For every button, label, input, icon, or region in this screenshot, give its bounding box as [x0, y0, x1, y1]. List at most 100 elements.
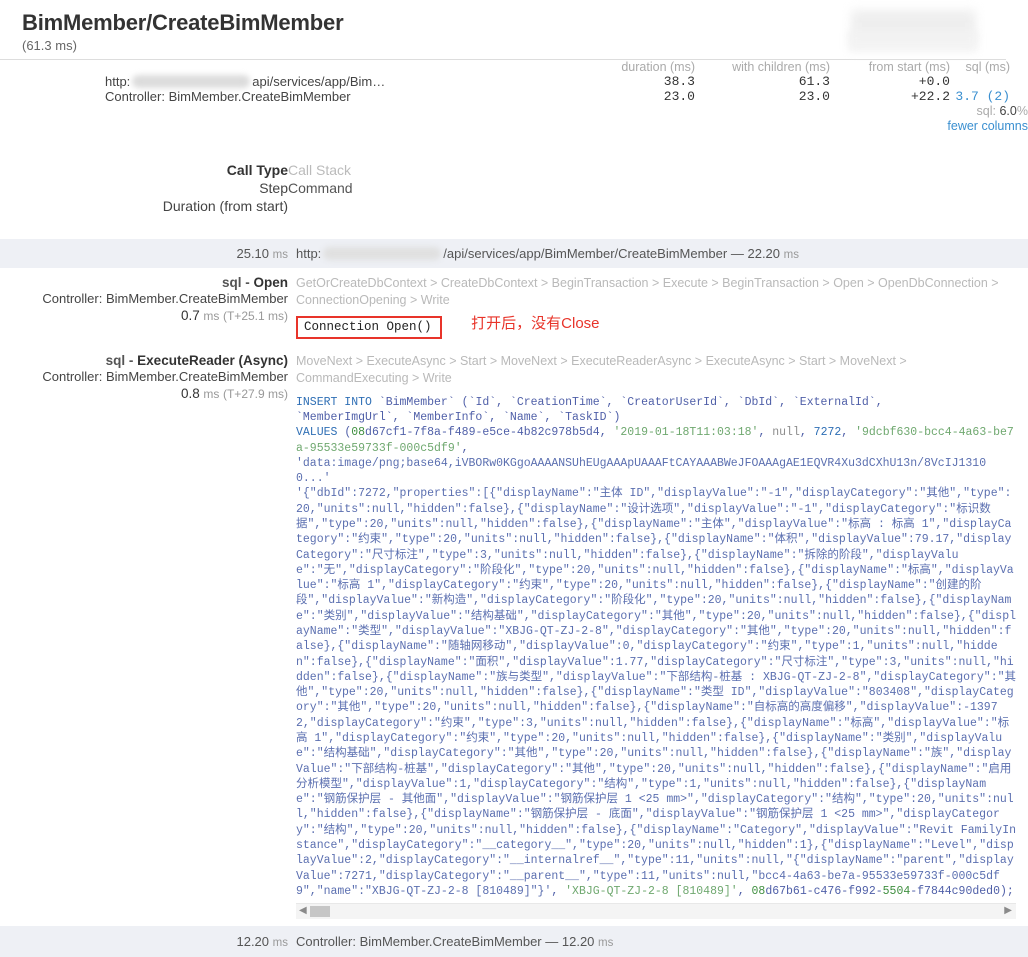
footer-controller-text: Controller: BimMember.CreateBimMember [296, 934, 542, 950]
column-header-duration: duration (ms) [621, 60, 695, 75]
table-row[interactable]: http: api/services/app/Bim… 38.3 61.3 +0.… [0, 74, 1028, 89]
call-type-sep: - [241, 275, 254, 291]
legend-row: Duration (from start) [0, 197, 1028, 215]
fewer-columns-row: fewer columns [0, 118, 1028, 133]
timeline-rows: 25.10 ms http: /api/services/app/BimMembe… [0, 239, 1028, 957]
row-body: MoveNext > ExecuteAsync > Start > MoveNe… [296, 346, 1028, 926]
url-path: /api/services/app/BimMember/CreateBimMem… [443, 246, 728, 262]
sql-taskid-accent: 5504 [882, 884, 911, 898]
cell-with-children: 23.0 [798, 89, 830, 105]
sql-command-block[interactable]: INSERT INTO `BimMember` (`Id`, `Creation… [296, 395, 1017, 920]
timeline-row-sql-executereader[interactable]: sql - ExecuteReader (Async) Controller: … [0, 346, 1028, 926]
row-duration-unit: ms [272, 937, 288, 950]
row-time-value: 0.7 [180, 308, 200, 324]
row-label-block: sql - Open Controller: BimMember.CreateB… [0, 268, 296, 330]
row-duration-value: 25.10 [236, 246, 270, 262]
sql-guid-body: d67cf1-7f8a-f489-e5ce-4b82c978b5d4 [365, 426, 600, 440]
sql-guid-prefix: 08 [351, 426, 366, 440]
sql-text: INSERT INTO `BimMember` (`Id`, `Creation… [296, 395, 1017, 898]
call-type-prefix: sql [105, 353, 126, 369]
sql-command-highlighted[interactable]: Connection Open() [296, 316, 442, 340]
spacer-cell [0, 74, 105, 89]
call-type-op: Open [253, 275, 288, 291]
scroll-left-arrow-icon[interactable]: ◀ [299, 906, 307, 916]
spacer-cell [0, 60, 105, 74]
request-url-scheme: http: [105, 74, 131, 90]
sql-blob-literal: 'data:image/png;base64,iVBORw0KGgoAAAANS… [296, 456, 987, 486]
annotation-text: 打开后，没有Close [471, 315, 600, 333]
command-line: Connection Open() 打开后，没有Close [296, 309, 1016, 340]
call-stack-text: MoveNext > ExecuteAsync > Start > MoveNe… [296, 354, 907, 385]
redacted-host [323, 247, 442, 261]
legend-label-call-stack: Call Stack [288, 162, 352, 179]
row-body: GetOrCreateDbContext > CreateDbContext >… [296, 268, 1028, 346]
call-type-sep: - [125, 353, 138, 369]
table-row[interactable]: Controller: BimMember.CreateBimMember 23… [0, 89, 1028, 104]
cell-sql [950, 74, 1028, 89]
legend-label-duration: Duration (from start) [162, 198, 288, 215]
scrollbar-thumb[interactable] [310, 906, 330, 918]
cell-with-children: 61.3 [798, 74, 830, 90]
cell-from-start: +22.2 [910, 89, 950, 105]
legend-label-call-type: Call Type [226, 162, 288, 179]
url-scheme: http: [296, 246, 322, 262]
sql-name-literal: 'XBJG-QT-ZJ-2-8 [810489]' [565, 884, 738, 898]
summary-table-header-row: duration (ms) with children (ms) from st… [0, 60, 1028, 74]
request-url-text: http: /api/services/app/BimMember/CreateB… [296, 246, 799, 261]
row-call-type: sql - ExecuteReader (Async) [0, 353, 288, 368]
scroll-right-arrow-icon[interactable]: ▶ [1004, 906, 1012, 916]
timeline-row-controller-footer[interactable]: 12.20 ms Controller: BimMember.CreateBim… [0, 926, 1028, 957]
column-header-with-children: with children (ms) [732, 60, 830, 75]
sql-dbid-literal: 7272 [813, 426, 842, 440]
timeline-row-request[interactable]: 25.10 ms http: /api/services/app/BimMembe… [0, 239, 1028, 269]
sql-memberinfo-json: '{"dbId":7272,"properties":[{"displayNam… [296, 487, 1017, 898]
legend-label-empty [288, 197, 1028, 215]
sql-percent-unit: % [1016, 104, 1028, 119]
row-duration: 12.20 ms [0, 926, 296, 957]
row-time-value: 0.8 [180, 386, 200, 402]
row-timing: 0.8 ms (T+27.9 ms) [0, 386, 288, 401]
cell-duration: 23.0 [663, 89, 695, 105]
column-legend: Call Type Call Stack Step Command Durati… [0, 161, 1028, 215]
spacer-cell [0, 89, 105, 104]
sql-taskid-mid: d67b61-c476-f992- [765, 884, 883, 898]
summary-table: duration (ms) with children (ms) from st… [0, 60, 1028, 133]
timeline-row-sql-open[interactable]: sql - Open Controller: BimMember.CreateB… [0, 268, 1028, 346]
sql-null-literal: null [772, 426, 800, 440]
url-elapsed: 22.20 [747, 246, 781, 262]
row-label-block: sql - ExecuteReader (Async) Controller: … [0, 346, 296, 408]
sql-percent-value: 6.0 [999, 104, 1017, 119]
sql-horizontal-scrollbar[interactable]: ◀ ▶ [296, 903, 1016, 920]
footer-dash: — [545, 934, 559, 950]
redacted-region-top-2 [848, 30, 978, 52]
cell-sql-link[interactable]: 3.7 (2) [950, 89, 1028, 104]
legend-row: Call Type Call Stack [0, 161, 1028, 179]
row-duration: 25.10 ms [0, 239, 296, 268]
row-timing: 0.7 ms (T+25.1 ms) [0, 308, 288, 323]
column-header-from-start: from start (ms) [868, 60, 950, 75]
sql-percent-row: sql: 6.0% [0, 104, 1028, 118]
row-duration-value: 12.20 [236, 934, 270, 950]
cell-from-start: +0.0 [918, 74, 950, 90]
legend-row: Step Command [0, 179, 1028, 197]
sql-keyword-values: VALUES [296, 426, 338, 440]
cell-duration: 38.3 [663, 74, 695, 90]
row-time-unit: ms [203, 309, 220, 324]
url-elapsed-unit: ms [783, 249, 799, 262]
row-controller: Controller: BimMember.CreateBimMember [42, 369, 288, 385]
sql-date-literal: '2019-01-18T11:03:18' [613, 426, 759, 440]
controller-cell: Controller: BimMember.CreateBimMember [105, 89, 351, 105]
fewer-columns-cell: fewer columns [0, 118, 1028, 133]
column-header-sql: sql (ms) [965, 60, 1010, 75]
legend-label-step: Step [259, 180, 288, 197]
call-stack-text: GetOrCreateDbContext > CreateDbContext >… [296, 276, 999, 308]
row-time-unit: ms [203, 387, 220, 402]
row-time-offset: (T+27.9 ms) [222, 387, 288, 402]
legend-label-command: Command [288, 180, 353, 197]
row-body: Controller: BimMember.CreateBimMember — … [296, 926, 613, 957]
row-body: http: /api/services/app/BimMember/CreateB… [296, 239, 1028, 268]
call-type-op: ExecuteReader (Async) [137, 353, 288, 369]
fewer-columns-link[interactable]: fewer columns [947, 119, 1028, 133]
sql-keyword-insert: INSERT INTO [296, 395, 372, 409]
sql-taskid-rest: -f7844c90ded0); [910, 884, 1014, 898]
